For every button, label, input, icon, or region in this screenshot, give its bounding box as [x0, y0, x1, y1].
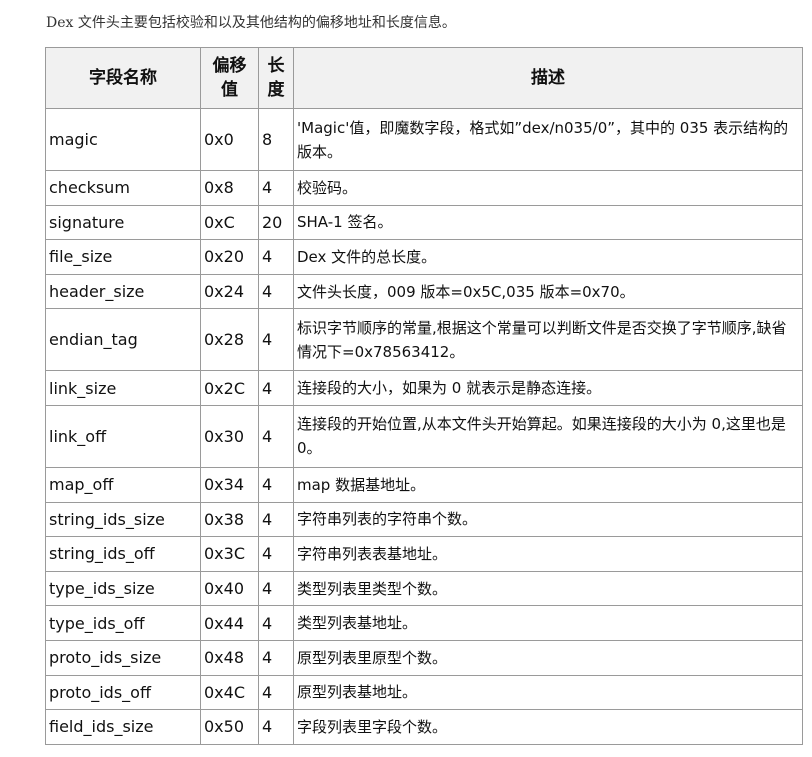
field-name-cell: map_off [45, 466, 201, 503]
length-cell: 4 [258, 404, 294, 468]
description-cell: 校验码。 [293, 170, 803, 206]
offset-cell: 0x3C [200, 536, 259, 572]
table-row: checksum 0x8 4 校验码。 [45, 170, 803, 206]
length-cell: 4 [258, 308, 294, 372]
field-name-cell: string_ids_size [45, 501, 201, 538]
offset-cell: 0x48 [200, 639, 259, 676]
table-row: proto_ids_size 0x48 4 原型列表里原型个数。 [45, 639, 803, 676]
length-cell: 4 [258, 370, 294, 406]
offset-cell: 0x28 [200, 308, 259, 372]
description-cell: 类型列表里类型个数。 [293, 570, 803, 607]
table-row: endian_tag 0x28 4 标识字节顺序的常量,根据这个常量可以判断文件… [45, 308, 803, 372]
table-row: magic 0x0 8 'Magic'值，即魔数字段，格式如”dex/n035/… [45, 108, 803, 171]
description-cell: map 数据基地址。 [293, 466, 803, 503]
field-name-cell: type_ids_off [45, 605, 201, 641]
table-row: string_ids_off 0x3C 4 字符串列表表基地址。 [45, 536, 803, 572]
field-name-cell: signature [45, 204, 201, 241]
offset-cell: 0x34 [200, 466, 259, 503]
length-cell: 4 [258, 674, 294, 711]
description-cell: 字符串列表的字符串个数。 [293, 501, 803, 538]
offset-cell: 0x50 [200, 709, 259, 745]
description-cell: 字符串列表表基地址。 [293, 536, 803, 572]
length-cell: 4 [258, 273, 294, 310]
offset-cell: 0x40 [200, 570, 259, 607]
offset-cell: 0x30 [200, 404, 259, 468]
description-cell: 文件头长度，009 版本=0x5C,035 版本=0x70。 [293, 273, 803, 310]
length-cell: 4 [258, 466, 294, 503]
field-name-cell: string_ids_off [45, 536, 201, 572]
table-row: link_off 0x30 4 连接段的开始位置,从本文件头开始算起。如果连接段… [45, 404, 803, 468]
table-row: header_size 0x24 4 文件头长度，009 版本=0x5C,035… [45, 273, 803, 310]
offset-cell: 0x44 [200, 605, 259, 641]
field-name-cell: type_ids_size [45, 570, 201, 607]
dex-header-table: 字段名称 偏移值 长度 描述 magic 0x0 8 'Magic'值，即魔数字… [45, 47, 803, 745]
offset-cell: 0x4C [200, 674, 259, 711]
description-cell: 标识字节顺序的常量,根据这个常量可以判断文件是否交换了字节顺序,缺省情况下=0x… [293, 308, 803, 372]
field-name-cell: link_off [45, 404, 201, 468]
table-row: string_ids_size 0x38 4 字符串列表的字符串个数。 [45, 501, 803, 538]
table-row: type_ids_off 0x44 4 类型列表基地址。 [45, 605, 803, 641]
length-cell: 4 [258, 605, 294, 641]
table-row: signature 0xC 20 SHA-1 签名。 [45, 204, 803, 241]
field-name-cell: magic [45, 108, 201, 171]
description-cell: 字段列表里字段个数。 [293, 709, 803, 745]
offset-cell: 0x38 [200, 501, 259, 538]
field-name-cell: field_ids_size [45, 709, 201, 745]
offset-cell: 0xC [200, 204, 259, 241]
length-cell: 4 [258, 501, 294, 538]
description-cell: 原型列表里原型个数。 [293, 639, 803, 676]
length-cell: 4 [258, 170, 294, 206]
length-cell: 4 [258, 570, 294, 607]
table-row: proto_ids_off 0x4C 4 原型列表基地址。 [45, 674, 803, 711]
table-row: type_ids_size 0x40 4 类型列表里类型个数。 [45, 570, 803, 607]
offset-cell: 0x8 [200, 170, 259, 206]
field-name-cell: proto_ids_off [45, 674, 201, 711]
description-cell: 'Magic'值，即魔数字段，格式如”dex/n035/0”，其中的 035 表… [293, 108, 803, 171]
length-cell: 4 [258, 639, 294, 676]
header-length: 长度 [258, 47, 294, 109]
offset-cell: 0x20 [200, 239, 259, 275]
description-cell: 类型列表基地址。 [293, 605, 803, 641]
description-cell: 原型列表基地址。 [293, 674, 803, 711]
intro-text: Dex 文件头主要包括校验和以及其他结构的偏移地址和长度信息。 [46, 15, 456, 31]
table-row: field_ids_size 0x50 4 字段列表里字段个数。 [45, 709, 803, 745]
description-cell: 连接段的开始位置,从本文件头开始算起。如果连接段的大小为 0,这里也是 0。 [293, 404, 803, 468]
offset-cell: 0x24 [200, 273, 259, 310]
header-field-name: 字段名称 [45, 47, 201, 109]
offset-cell: 0x0 [200, 108, 259, 171]
header-offset: 偏移值 [200, 47, 259, 109]
length-cell: 4 [258, 239, 294, 275]
length-cell: 8 [258, 108, 294, 171]
length-cell: 20 [258, 204, 294, 241]
length-cell: 4 [258, 536, 294, 572]
field-name-cell: file_size [45, 239, 201, 275]
description-cell: SHA-1 签名。 [293, 204, 803, 241]
length-cell: 4 [258, 709, 294, 745]
description-cell: Dex 文件的总长度。 [293, 239, 803, 275]
table-row: map_off 0x34 4 map 数据基地址。 [45, 466, 803, 503]
offset-cell: 0x2C [200, 370, 259, 406]
table-row: file_size 0x20 4 Dex 文件的总长度。 [45, 239, 803, 275]
description-cell: 连接段的大小，如果为 0 就表示是静态连接。 [293, 370, 803, 406]
table-header-row: 字段名称 偏移值 长度 描述 [45, 47, 803, 109]
field-name-cell: endian_tag [45, 308, 201, 372]
header-description: 描述 [293, 47, 803, 109]
field-name-cell: checksum [45, 170, 201, 206]
field-name-cell: proto_ids_size [45, 639, 201, 676]
field-name-cell: header_size [45, 273, 201, 310]
table-row: link_size 0x2C 4 连接段的大小，如果为 0 就表示是静态连接。 [45, 370, 803, 406]
field-name-cell: link_size [45, 370, 201, 406]
